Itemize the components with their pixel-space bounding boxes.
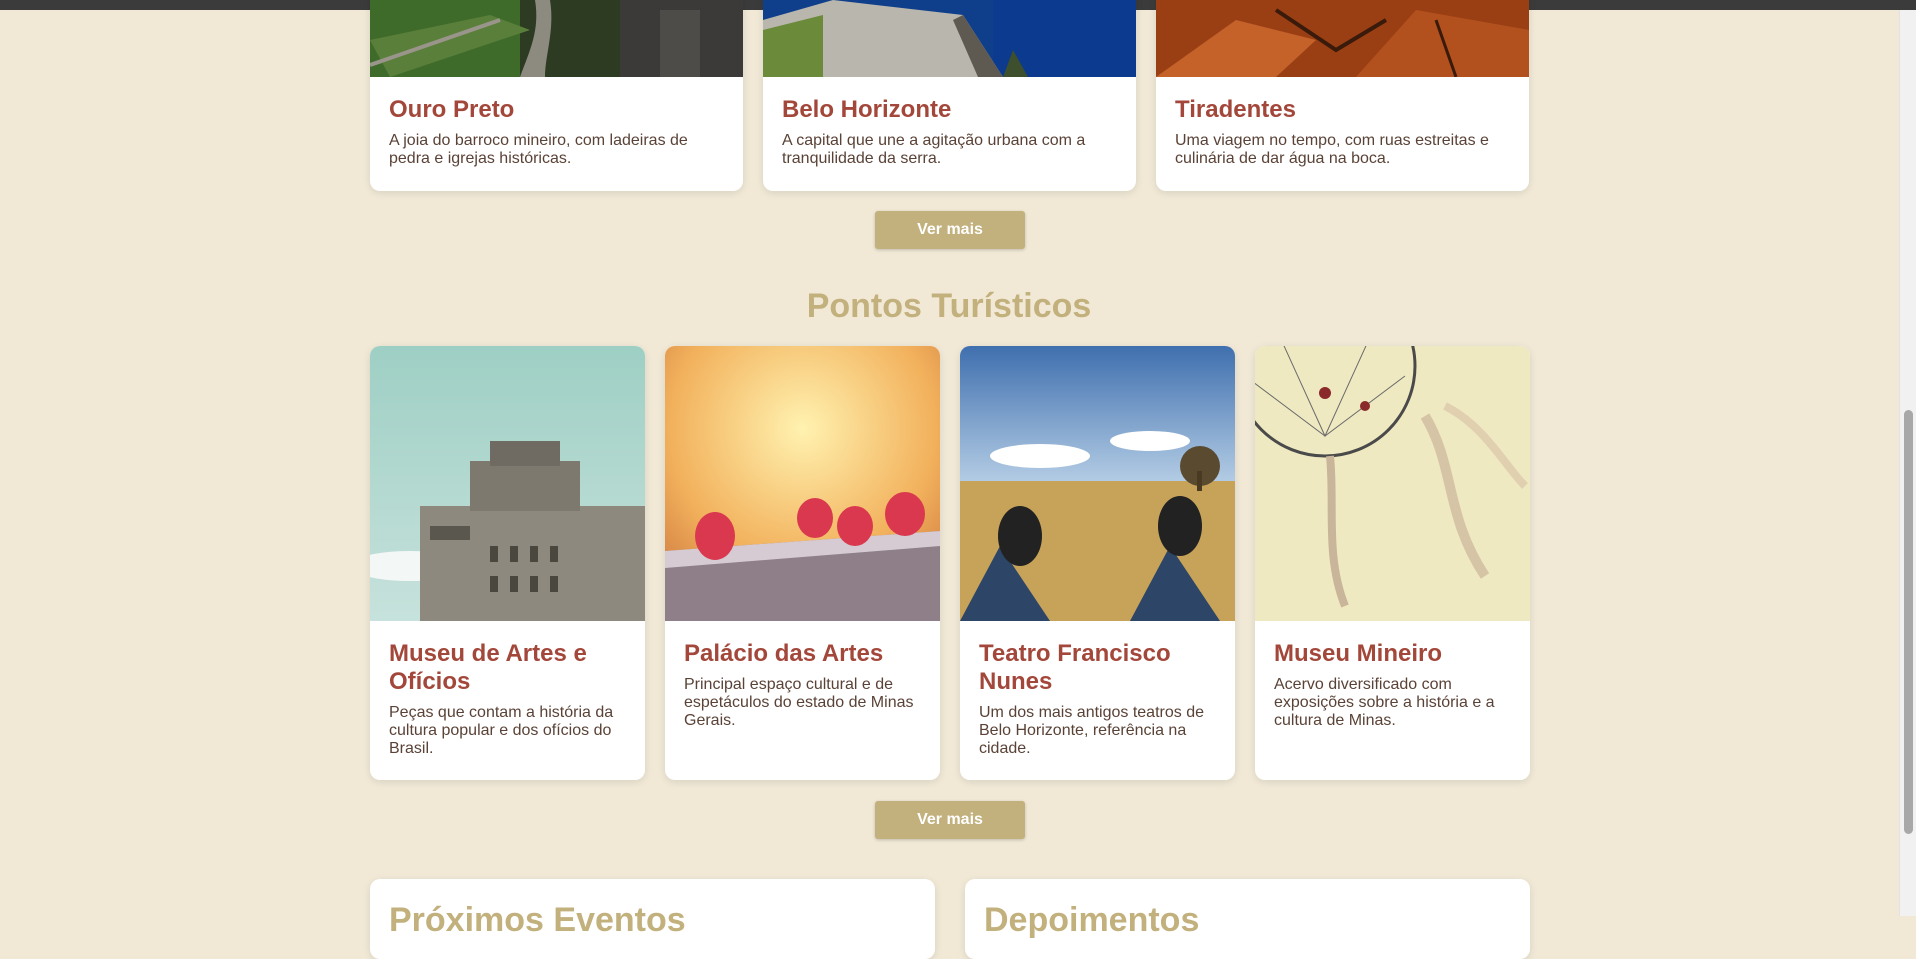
city-card-belo-horizonte[interactable]: Belo Horizonte A capital que une a agita… xyxy=(763,0,1136,191)
city-image-cliff xyxy=(763,0,1136,77)
city-title: Ouro Preto xyxy=(389,96,515,123)
city-image-road xyxy=(370,0,743,77)
attraction-title: Museu de Artes e Ofícios xyxy=(389,640,587,695)
section-title-pontos-turisticos: Pontos Turísticos xyxy=(806,287,1092,325)
city-description: A capital que une a agitação urbana com … xyxy=(782,132,1086,167)
scrollbar-thumb[interactable] xyxy=(1904,410,1913,834)
city-image-rocks xyxy=(1156,0,1529,77)
attraction-title: Museu Mineiro xyxy=(1274,640,1443,667)
events-panel: Próximos Eventos xyxy=(370,879,935,959)
attraction-description: Acervo diversificado com exposições sobr… xyxy=(1274,676,1495,729)
attraction-card-museu-mineiro[interactable]: Museu Mineiro Acervo diversificado com e… xyxy=(1255,346,1530,780)
attraction-card-teatro-francisco-nunes[interactable]: Teatro Francisco Nunes Um dos mais antig… xyxy=(960,346,1235,780)
attraction-title: Palácio das Artes xyxy=(684,640,884,667)
attraction-description: Principal espaço cultural e de espetácul… xyxy=(684,676,914,729)
ver-mais-attractions-button[interactable]: Ver mais xyxy=(875,801,1025,839)
city-card-tiradentes[interactable]: Tiradentes Uma viagem no tempo, com ruas… xyxy=(1156,0,1529,191)
city-title: Tiradentes xyxy=(1175,96,1296,123)
attraction-card-palacio-das-artes[interactable]: Palácio das Artes Principal espaço cultu… xyxy=(665,346,940,780)
vertical-scrollbar[interactable] xyxy=(1899,10,1916,916)
city-description: A joia do barroco mineiro, com ladeiras … xyxy=(389,132,688,167)
ver-mais-cities-button[interactable]: Ver mais xyxy=(875,211,1025,249)
attraction-description: Peças que contam a história da cultura p… xyxy=(389,704,614,757)
city-card-ouro-preto[interactable]: Ouro Preto A joia do barroco mineiro, co… xyxy=(370,0,743,191)
city-title: Belo Horizonte xyxy=(782,96,952,123)
city-description: Uma viagem no tempo, com ruas estreitas … xyxy=(1175,132,1489,167)
attraction-card-museu-artes-oficios[interactable]: Museu de Artes e Ofícios Peças que conta… xyxy=(370,346,645,780)
testimonials-panel: Depoimentos xyxy=(965,879,1530,959)
testimonials-panel-title: Depoimentos xyxy=(984,901,1200,939)
events-panel-title: Próximos Eventos xyxy=(389,901,686,939)
attraction-image-raspberries xyxy=(665,346,940,621)
attraction-title: Teatro Francisco Nunes xyxy=(979,640,1171,695)
attraction-image-dreamcatcher xyxy=(1255,346,1530,621)
attraction-image-field xyxy=(960,346,1235,621)
attraction-description: Um dos mais antigos teatros de Belo Hori… xyxy=(979,704,1204,757)
attraction-image-bunker xyxy=(370,346,645,621)
